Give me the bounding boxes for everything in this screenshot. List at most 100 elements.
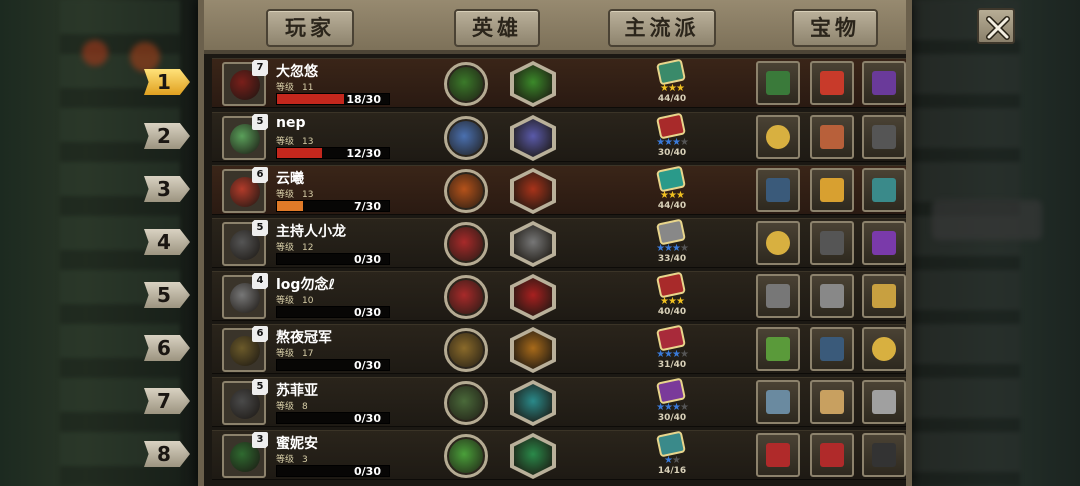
treasure-slot[interactable]: [810, 61, 854, 105]
treasure-slot[interactable]: [862, 221, 906, 265]
trait-icon[interactable]: [444, 328, 488, 372]
progress-text: 0/30: [354, 253, 381, 266]
level-label: 等级: [276, 455, 295, 465]
faction-emblem: [655, 112, 687, 140]
treasure-slot[interactable]: [756, 221, 800, 265]
faction-emblem: [655, 218, 687, 246]
player-row[interactable]: 5 主持人小龙 等级 12 0/30 ★★★★ 33/40: [212, 218, 906, 268]
player-name: log勿念ℓ: [276, 277, 336, 293]
level-value: 3: [302, 455, 308, 465]
player-row[interactable]: 7 大忽悠 等级 11 18/30 ★★★ 44/40: [212, 58, 906, 108]
player-row[interactable]: 3 蜜妮安 等级 3 0/30 ★★ 14/16: [212, 430, 906, 480]
trait-icon[interactable]: [444, 275, 488, 319]
player-level: 等级 12: [276, 240, 313, 253]
treasure-slot[interactable]: [862, 327, 906, 371]
treasure-slot[interactable]: [862, 115, 906, 159]
treasure-slot[interactable]: [756, 380, 800, 424]
treasure-slot[interactable]: [756, 115, 800, 159]
treasure-slot[interactable]: [810, 221, 854, 265]
level-label: 等级: [276, 190, 295, 200]
progress-fill: [277, 201, 303, 211]
class-icon[interactable]: [510, 168, 556, 214]
treasure-slot[interactable]: [810, 327, 854, 371]
close-button[interactable]: [977, 8, 1015, 44]
player-level: 等级 17: [276, 346, 313, 359]
rank-badge: 2: [144, 123, 190, 149]
trait-icon[interactable]: [444, 222, 488, 266]
class-emblem: [514, 331, 552, 369]
treasure-slot[interactable]: [862, 61, 906, 105]
tome-icon: [820, 337, 844, 361]
box-icon: [766, 284, 790, 308]
trait-icon[interactable]: [444, 169, 488, 213]
progress-text: 18/30: [346, 93, 381, 106]
class-emblem: [514, 437, 552, 475]
treasure-slot[interactable]: [810, 433, 854, 477]
player-row[interactable]: 6 云曦 等级 13 7/30 ★★★ 44/40: [212, 165, 906, 215]
class-emblem: [514, 65, 552, 103]
player-row[interactable]: 5 苏菲亚 等级 8 0/30 ★★★★ 30/40: [212, 377, 906, 427]
progress-text: 7/30: [354, 200, 381, 213]
tab-treasures[interactable]: 宝物: [792, 9, 878, 47]
class-emblem: [514, 225, 552, 263]
treasure-slot[interactable]: [756, 168, 800, 212]
player-name: 蜜妮安: [276, 436, 318, 452]
hero-level-badge: 3: [252, 432, 268, 448]
player-row[interactable]: 6 熬夜冠军 等级 17 0/30 ★★★★ 31/40: [212, 324, 906, 374]
treasure-slot[interactable]: [810, 115, 854, 159]
progress-bar: 7/30: [276, 200, 390, 213]
level-value: 13: [302, 137, 314, 147]
cash-icon: [766, 337, 790, 361]
player-level: 等级 10: [276, 293, 313, 306]
class-icon[interactable]: [510, 221, 556, 267]
class-icon[interactable]: [510, 115, 556, 161]
treasure-slot[interactable]: [756, 433, 800, 477]
armor-icon: [766, 390, 790, 414]
faction-stars: ★★★: [660, 296, 685, 307]
trait-icon[interactable]: [444, 381, 488, 425]
level-value: 13: [302, 190, 314, 200]
spellbook-icon: [872, 71, 896, 95]
trait-icon[interactable]: [444, 434, 488, 478]
class-icon[interactable]: [510, 274, 556, 320]
faction-stars: ★★★: [660, 190, 685, 201]
treasure-slot[interactable]: [862, 274, 906, 318]
class-emblem: [514, 172, 552, 210]
faction-stars: ★★★★: [656, 243, 689, 254]
level-value: 10: [302, 296, 314, 306]
player-level: 等级 8: [276, 399, 308, 412]
tab-players[interactable]: 玩家: [266, 9, 354, 47]
hero-level-badge: 5: [252, 220, 268, 236]
class-icon[interactable]: [510, 327, 556, 373]
trait-icon[interactable]: [444, 62, 488, 106]
treasure-slot[interactable]: [756, 61, 800, 105]
treasure-slot[interactable]: [862, 380, 906, 424]
player-row[interactable]: 5 nep 等级 13 12/30 ★★★★ 30/40: [212, 112, 906, 162]
faction-stars: ★★★: [660, 83, 685, 94]
progress-bar: 0/30: [276, 359, 390, 372]
cloth-icon: [872, 178, 896, 202]
progress-text: 0/30: [354, 359, 381, 372]
treasure-slot[interactable]: [810, 168, 854, 212]
treasure-slot[interactable]: [862, 168, 906, 212]
hero-level-badge: 7: [252, 60, 268, 76]
treasure-slot[interactable]: [810, 380, 854, 424]
player-row[interactable]: 4 log勿念ℓ 等级 10 0/30 ★★★ 40/40: [212, 271, 906, 321]
class-icon[interactable]: [510, 433, 556, 479]
tab-factions[interactable]: 主流派: [608, 9, 716, 47]
level-label: 等级: [276, 296, 295, 306]
treasure-slot[interactable]: [862, 433, 906, 477]
progress-bar: 0/30: [276, 412, 390, 425]
red-book-icon: [820, 443, 844, 467]
treasure-slot[interactable]: [756, 274, 800, 318]
class-icon[interactable]: [510, 61, 556, 107]
rank-badge: 4: [144, 229, 190, 255]
treasure-slot[interactable]: [810, 274, 854, 318]
chest-icon: [820, 125, 844, 149]
rank-badge: 3: [144, 176, 190, 202]
trait-icon[interactable]: [444, 116, 488, 160]
class-icon[interactable]: [510, 380, 556, 426]
tab-heroes[interactable]: 英雄: [454, 9, 540, 47]
gem-icon: [820, 71, 844, 95]
treasure-slot[interactable]: [756, 327, 800, 371]
